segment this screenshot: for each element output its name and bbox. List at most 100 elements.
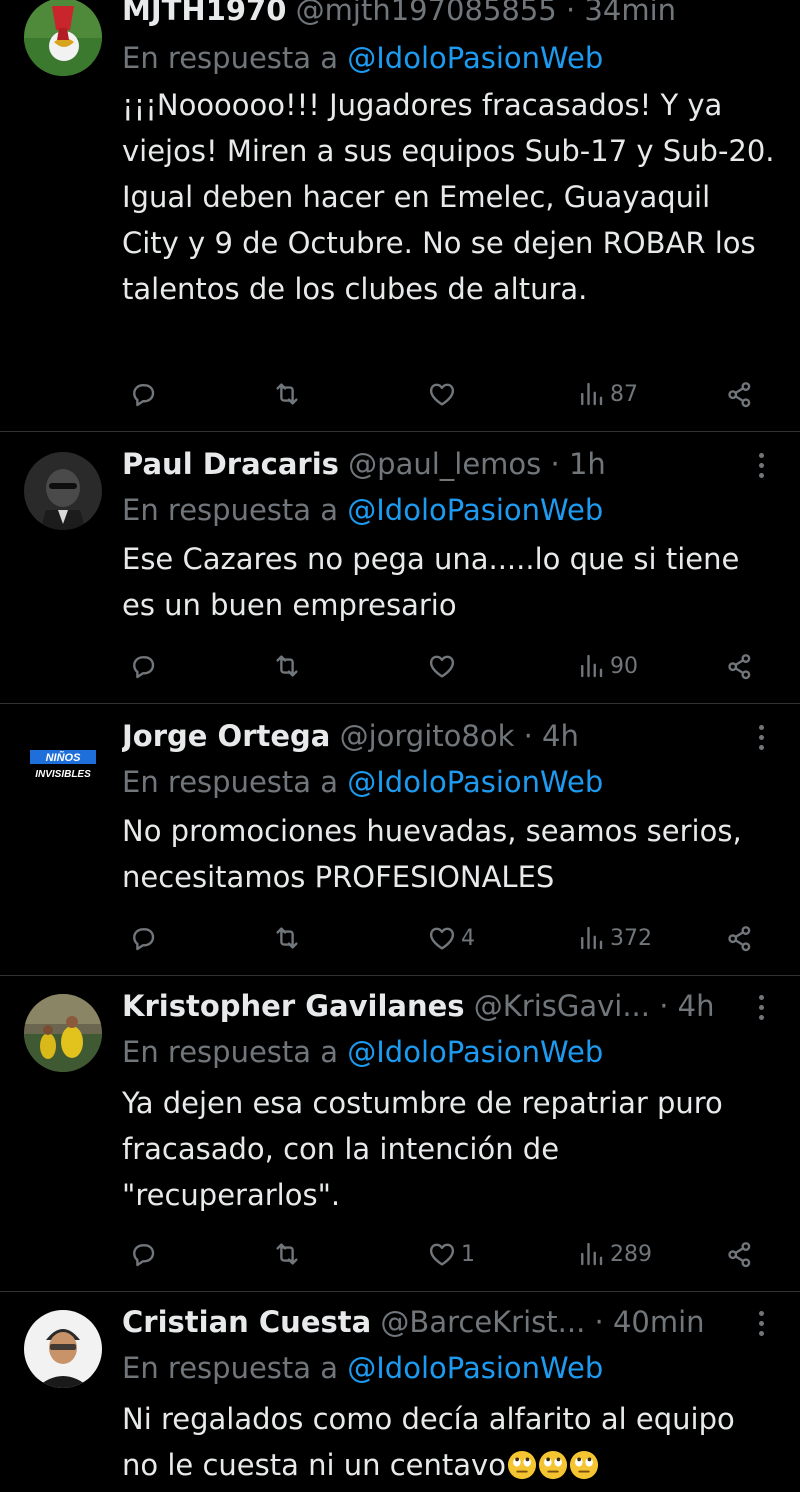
view-count: 87 <box>610 381 638 407</box>
author-handle[interactable]: @mjth197085855 <box>296 0 557 27</box>
tweet-text: Ya dejen esa costumbre de repatriar puro… <box>122 1086 723 1212</box>
author-handle[interactable]: @paul_lemos <box>348 447 541 481</box>
views-button[interactable]: 289 <box>576 1234 652 1274</box>
reply-context: En respuesta a @IdoloPasionWeb <box>122 1350 780 1386</box>
avatar[interactable]: NIÑOS INVISIBLES <box>24 724 102 802</box>
avatar[interactable] <box>24 452 102 530</box>
like-button[interactable] <box>427 374 461 414</box>
author-handle[interactable]: @KrisGavi... <box>474 989 650 1023</box>
author-handle[interactable]: @jorgito8ok <box>340 719 515 753</box>
share-icon <box>724 1239 754 1269</box>
author-name[interactable]: MJTH1970 <box>122 0 286 27</box>
more-icon <box>758 452 764 458</box>
reply-button[interactable] <box>128 918 158 958</box>
timestamp[interactable]: 4h <box>542 719 579 753</box>
reply-prefix: En respuesta a <box>122 1035 339 1069</box>
share-button[interactable] <box>724 1234 754 1274</box>
face-with-rolling-eyes-emoji <box>569 1450 599 1480</box>
action-bar: 1 289 <box>122 1234 772 1274</box>
separator-dot: · <box>659 989 669 1023</box>
more-icon <box>758 724 764 730</box>
retweet-icon <box>272 651 302 681</box>
tweet-text: Ese Cazares no pega una.....lo que si ti… <box>122 542 740 622</box>
retweet-button[interactable] <box>272 1234 302 1274</box>
tweet-text: Ni regalados como decía alfarito al equi… <box>122 1396 776 1488</box>
reply-prefix: En respuesta a <box>122 493 339 527</box>
reply-context: En respuesta a @IdoloPasionWeb <box>122 40 780 76</box>
retweet-icon <box>272 1239 302 1269</box>
reply-button[interactable] <box>128 646 158 686</box>
reply-mention-link[interactable]: @IdoloPasionWeb <box>347 1351 603 1385</box>
timestamp[interactable]: 4h <box>678 989 715 1023</box>
reply-mention-link[interactable]: @IdoloPasionWeb <box>347 493 603 527</box>
timestamp[interactable]: 34min <box>584 0 676 27</box>
reply-mention-link[interactable]: @IdoloPasionWeb <box>347 41 603 75</box>
separator-dot: · <box>550 447 560 481</box>
tweet[interactable]: Cristian Cuesta @BarceKrist... · 40min E… <box>0 1292 800 1492</box>
reply-prefix: En respuesta a <box>122 765 339 799</box>
share-button[interactable] <box>724 918 754 958</box>
tweet-text: ¡¡¡Noooooo!!! Jugadores fracasados! Y ya… <box>122 88 775 306</box>
face-with-rolling-eyes-emoji <box>538 1450 568 1480</box>
like-button[interactable]: 4 <box>427 918 475 958</box>
reply-icon <box>128 1239 158 1269</box>
like-button[interactable]: 1 <box>427 1234 475 1274</box>
view-count: 372 <box>610 925 652 951</box>
avatar[interactable] <box>24 1310 102 1388</box>
retweet-button[interactable] <box>272 646 302 686</box>
emoji-group <box>506 1448 599 1482</box>
view-count: 90 <box>610 653 638 679</box>
separator-dot: · <box>523 719 533 753</box>
view-count: 289 <box>610 1241 652 1267</box>
reply-button[interactable] <box>128 374 158 414</box>
more-icon <box>758 1310 764 1316</box>
author-handle[interactable]: @BarceKrist... <box>380 1305 585 1339</box>
like-count: 4 <box>461 925 475 951</box>
reply-mention-link[interactable]: @IdoloPasionWeb <box>347 765 603 799</box>
share-button[interactable] <box>724 646 754 686</box>
views-icon <box>576 379 606 409</box>
like-icon <box>427 1239 457 1269</box>
author-name[interactable]: Kristopher Gavilanes <box>122 989 465 1023</box>
reply-context: En respuesta a @IdoloPasionWeb <box>122 1034 780 1070</box>
avatar-logo-text: INVISIBLES <box>35 769 91 780</box>
views-icon <box>576 1239 606 1269</box>
views-icon <box>576 651 606 681</box>
share-icon <box>724 379 754 409</box>
avatar[interactable] <box>24 0 102 76</box>
author-name[interactable]: Cristian Cuesta <box>122 1305 371 1339</box>
tweet[interactable]: MJTH1970 @mjth197085855 · 34min En respu… <box>0 0 800 432</box>
reply-icon <box>128 651 158 681</box>
more-options-button[interactable] <box>752 720 770 754</box>
more-options-button[interactable] <box>752 1306 770 1340</box>
share-icon <box>724 651 754 681</box>
share-button[interactable] <box>724 374 754 414</box>
like-icon <box>427 379 457 409</box>
author-name[interactable]: Jorge Ortega <box>122 719 330 753</box>
more-icon <box>758 994 764 1000</box>
reply-context: En respuesta a @IdoloPasionWeb <box>122 492 780 528</box>
more-options-button[interactable] <box>752 990 770 1024</box>
views-button[interactable]: 372 <box>576 918 652 958</box>
like-count: 1 <box>461 1241 475 1267</box>
timestamp[interactable]: 1h <box>569 447 606 481</box>
more-options-button[interactable] <box>752 448 770 482</box>
views-button[interactable]: 87 <box>576 374 638 414</box>
timestamp[interactable]: 40min <box>613 1305 705 1339</box>
tweet[interactable]: Kristopher Gavilanes @KrisGavi... · 4h E… <box>0 976 800 1292</box>
tweet[interactable]: Paul Dracaris @paul_lemos · 1h En respue… <box>0 432 800 704</box>
like-button[interactable] <box>427 646 461 686</box>
retweet-button[interactable] <box>272 918 302 958</box>
avatar[interactable] <box>24 994 102 1072</box>
avatar-logo-text: NIÑOS <box>46 751 82 764</box>
reply-prefix: En respuesta a <box>122 1351 339 1385</box>
action-bar: 90 <box>122 646 772 686</box>
author-name[interactable]: Paul Dracaris <box>122 447 339 481</box>
tweet[interactable]: NIÑOS INVISIBLES Jorge Ortega @jorgito8o… <box>0 704 800 976</box>
views-button[interactable]: 90 <box>576 646 638 686</box>
retweet-icon <box>272 379 302 409</box>
reply-icon <box>128 379 158 409</box>
reply-button[interactable] <box>128 1234 158 1274</box>
reply-mention-link[interactable]: @IdoloPasionWeb <box>347 1035 603 1069</box>
retweet-button[interactable] <box>272 374 302 414</box>
